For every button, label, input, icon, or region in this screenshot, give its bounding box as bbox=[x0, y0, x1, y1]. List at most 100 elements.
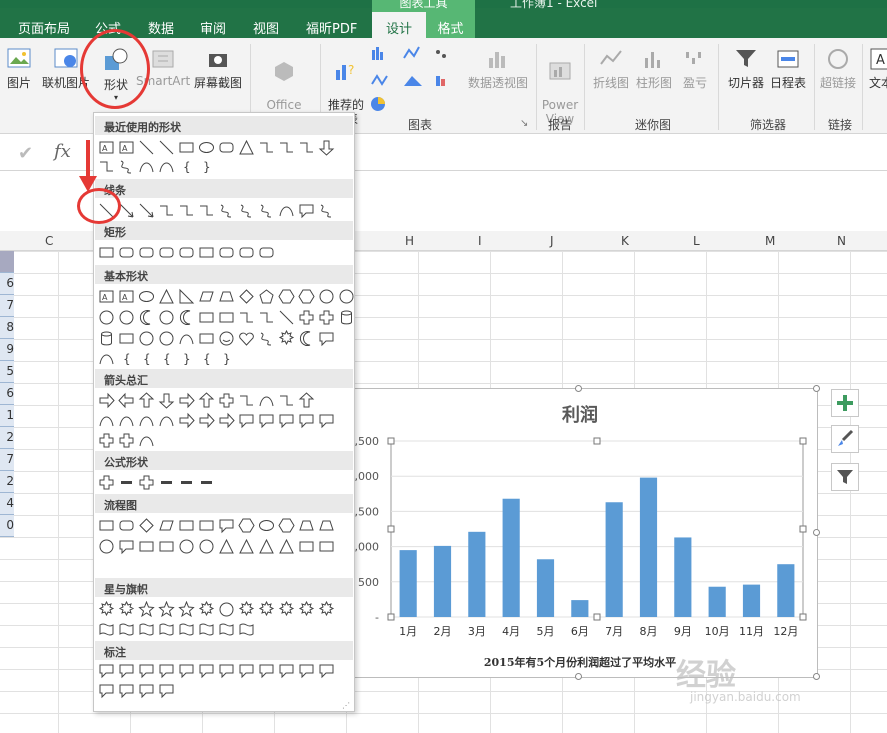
moon-shape-icon[interactable] bbox=[138, 309, 155, 326]
column-header[interactable]: J bbox=[550, 234, 554, 248]
ell-shape-icon[interactable] bbox=[198, 139, 215, 156]
resize-handle[interactable] bbox=[813, 673, 820, 680]
banner-shape-icon[interactable] bbox=[118, 621, 135, 638]
arrD-shape-icon[interactable] bbox=[158, 392, 175, 409]
callout-shape-icon[interactable] bbox=[218, 517, 235, 534]
arrU-shape-icon[interactable] bbox=[298, 391, 315, 409]
column-header[interactable]: L bbox=[693, 234, 700, 248]
elbow-shape-icon[interactable] bbox=[278, 392, 295, 409]
rect-shape-icon[interactable] bbox=[138, 538, 155, 555]
circ-shape-icon[interactable] bbox=[138, 330, 155, 347]
para-shape-icon[interactable] bbox=[198, 288, 215, 305]
callout-shape-icon[interactable] bbox=[258, 412, 275, 429]
moon-shape-icon[interactable] bbox=[178, 309, 195, 326]
hex-shape-icon[interactable] bbox=[238, 517, 255, 534]
rrect-shape-icon[interactable] bbox=[178, 244, 195, 261]
curve-shape-icon[interactable] bbox=[278, 202, 295, 219]
elbow-shape-icon[interactable] bbox=[238, 309, 255, 326]
brace-shape-icon[interactable]: { bbox=[158, 350, 175, 367]
tri-shape-icon[interactable] bbox=[238, 538, 255, 555]
rect-shape-icon[interactable] bbox=[218, 309, 235, 326]
tab-foxit-pdf[interactable]: 福昕PDF bbox=[306, 18, 357, 37]
dialog-launcher-icon[interactable]: ↘ bbox=[520, 118, 528, 129]
elbow-shape-icon[interactable] bbox=[238, 392, 255, 409]
hex-shape-icon[interactable] bbox=[278, 288, 295, 305]
callout-shape-icon[interactable] bbox=[118, 682, 135, 699]
plus-shape-icon[interactable] bbox=[298, 309, 315, 326]
cell-value[interactable]: 8 bbox=[0, 317, 14, 339]
plus-shape-icon[interactable] bbox=[98, 474, 115, 491]
screenshot-button[interactable]: 屏幕截图 bbox=[192, 46, 244, 91]
callout-shape-icon[interactable] bbox=[98, 682, 115, 699]
smile-shape-icon[interactable] bbox=[218, 330, 235, 347]
column-header[interactable]: H bbox=[405, 234, 414, 248]
circ-shape-icon[interactable] bbox=[318, 288, 335, 305]
callout-shape-icon[interactable] bbox=[138, 682, 155, 699]
tri-shape-icon[interactable] bbox=[218, 538, 235, 555]
enter-check-icon[interactable]: ✔ bbox=[18, 143, 33, 164]
squig-shape-icon[interactable] bbox=[258, 202, 275, 219]
column-header[interactable]: N bbox=[837, 234, 846, 248]
ell-shape-icon[interactable] bbox=[138, 288, 155, 305]
star-shape-icon[interactable] bbox=[138, 600, 155, 618]
elbow-shape-icon[interactable] bbox=[258, 139, 275, 156]
callout-shape-icon[interactable] bbox=[218, 662, 235, 679]
cell-value[interactable]: 6 bbox=[0, 273, 14, 295]
tab-page-layout[interactable]: 页面布局 bbox=[18, 18, 70, 37]
plus-shape-icon[interactable] bbox=[98, 432, 115, 449]
chart-area[interactable]: 利润 2,500 2,000 1,500 1,000 500-1月 2月 3月 4月 5月 6月 7… bbox=[337, 385, 820, 680]
tab-review[interactable]: 审阅 bbox=[200, 18, 226, 37]
cyl-shape-icon[interactable] bbox=[98, 330, 115, 347]
burst-shape-icon[interactable] bbox=[278, 600, 295, 618]
curve-shape-icon[interactable] bbox=[98, 412, 115, 429]
elbow-shape-icon[interactable] bbox=[278, 139, 295, 156]
arrU-shape-icon[interactable] bbox=[138, 391, 155, 409]
arrR-shape-icon[interactable] bbox=[178, 412, 195, 429]
minus-shape-icon[interactable] bbox=[198, 474, 215, 491]
line-shape-icon[interactable] bbox=[138, 139, 155, 156]
curve-shape-icon[interactable] bbox=[158, 412, 175, 429]
shapes-gallery[interactable]: 最近使用的形状 AA {} 线条 矩形 基本形状 AA {{{}{} 箭头总汇 … bbox=[93, 112, 355, 712]
brace-shape-icon[interactable]: { bbox=[178, 158, 195, 175]
plus-shape-icon[interactable] bbox=[218, 392, 235, 409]
chart-subtitle[interactable]: 2015年有5个月份利润超过了平均水平 bbox=[341, 654, 819, 670]
banner-shape-icon[interactable] bbox=[178, 621, 195, 638]
circ-shape-icon[interactable] bbox=[98, 309, 115, 326]
circ-shape-icon[interactable] bbox=[338, 288, 355, 305]
cell-value[interactable]: 0 bbox=[0, 515, 14, 537]
rect-shape-icon[interactable] bbox=[298, 538, 315, 555]
elbow-shape-icon[interactable] bbox=[98, 158, 115, 175]
slicer-button[interactable]: 切片器 bbox=[726, 46, 766, 91]
sparkline-line-button[interactable]: 折线图 bbox=[591, 46, 631, 91]
plot-area[interactable]: 2,5002,0001,5001,000500-1月 2月 3月 4月 5月 6月 7月 8月… bbox=[341, 389, 819, 639]
rect-shape-icon[interactable] bbox=[198, 244, 215, 261]
chart-filters-button[interactable] bbox=[831, 463, 859, 491]
tab-format[interactable]: 格式 bbox=[426, 12, 475, 38]
arrU-shape-icon[interactable] bbox=[198, 391, 215, 409]
cell-value[interactable]: 5 bbox=[0, 361, 14, 383]
tri-shape-icon[interactable] bbox=[238, 139, 255, 156]
circ-shape-icon[interactable] bbox=[158, 309, 175, 326]
heart-shape-icon[interactable] bbox=[238, 330, 255, 347]
star-shape-icon[interactable] bbox=[178, 600, 195, 618]
callout-shape-icon[interactable] bbox=[158, 682, 175, 699]
rrect-shape-icon[interactable] bbox=[118, 517, 135, 534]
callout-shape-icon[interactable] bbox=[298, 202, 315, 219]
rrect-shape-icon[interactable] bbox=[118, 244, 135, 261]
rect-shape-icon[interactable] bbox=[318, 538, 335, 555]
rrect-shape-icon[interactable] bbox=[258, 244, 275, 261]
tab-data[interactable]: 数据 bbox=[148, 18, 174, 37]
rbrace-shape-icon[interactable]: } bbox=[198, 158, 215, 175]
rbrace-shape-icon[interactable]: } bbox=[218, 350, 235, 367]
curve-shape-icon[interactable] bbox=[138, 432, 155, 449]
resize-handle[interactable] bbox=[575, 385, 582, 392]
minus-shape-icon[interactable] bbox=[118, 474, 135, 491]
circ-shape-icon[interactable] bbox=[98, 538, 115, 555]
rbrace-shape-icon[interactable]: } bbox=[178, 350, 195, 367]
brace-shape-icon[interactable]: { bbox=[198, 350, 215, 367]
text-button[interactable]: A 文本 bbox=[866, 46, 887, 91]
circ-shape-icon[interactable] bbox=[198, 538, 215, 555]
pent-shape-icon[interactable] bbox=[258, 288, 275, 305]
banner-shape-icon[interactable] bbox=[98, 621, 115, 638]
minus-shape-icon[interactable] bbox=[178, 474, 195, 491]
